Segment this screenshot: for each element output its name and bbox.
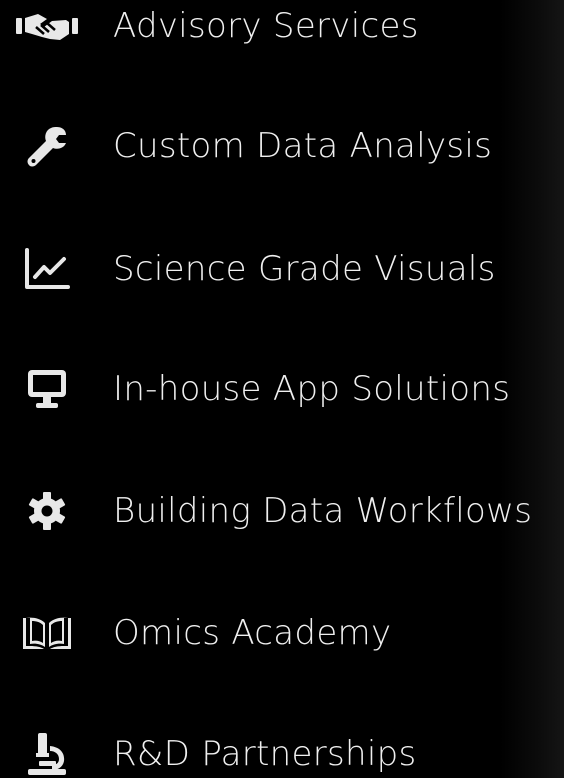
menu-item-label: Building Data Workflows	[113, 491, 533, 531]
line-chart-icon	[14, 239, 80, 299]
menu-item-building-data-workflows[interactable]: Building Data Workflows	[0, 481, 564, 541]
menu-item-in-house-app-solutions[interactable]: In-house App Solutions	[0, 359, 564, 419]
menu-item-label: Custom Data Analysis	[113, 126, 493, 166]
menu-item-label: Omics Academy	[113, 613, 392, 653]
menu-item-rd-partnerships[interactable]: R&D Partnerships	[0, 724, 564, 778]
menu-item-advisory-services[interactable]: Advisory Services	[0, 0, 564, 56]
menu-item-label: Advisory Services	[113, 6, 419, 46]
book-open-icon	[14, 603, 80, 663]
menu-item-science-grade-visuals[interactable]: Science Grade Visuals	[0, 239, 564, 299]
menu-item-custom-data-analysis[interactable]: Custom Data Analysis	[0, 116, 564, 176]
services-menu: Advisory Services Custom Data Analysis S…	[0, 0, 564, 778]
handshake-icon	[14, 0, 80, 56]
microscope-icon	[14, 724, 80, 778]
wrench-icon	[14, 116, 80, 176]
menu-item-omics-academy[interactable]: Omics Academy	[0, 603, 564, 663]
menu-item-label: R&D Partnerships	[113, 734, 417, 774]
menu-item-label: In-house App Solutions	[113, 369, 511, 409]
menu-item-label: Science Grade Visuals	[113, 249, 496, 289]
desktop-icon	[14, 359, 80, 419]
gear-icon	[14, 481, 80, 541]
